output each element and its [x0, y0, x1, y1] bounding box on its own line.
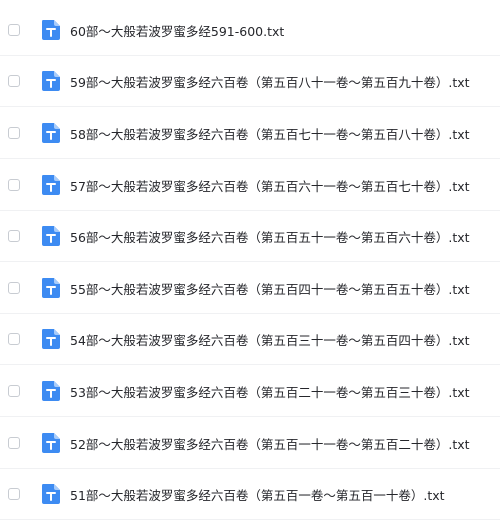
- txt-document-icon: [42, 20, 60, 40]
- file-row[interactable]: 53部～大般若波罗蜜多经六百卷（第五百二十一卷～第五百三十卷）.txt: [0, 366, 500, 417]
- txt-document-icon: [42, 175, 60, 195]
- file-name[interactable]: 57部～大般若波罗蜜多经六百卷（第五百六十一卷～第五百七十卷）.txt: [70, 176, 470, 195]
- row-checkbox[interactable]: [8, 333, 20, 345]
- txt-document-icon: [42, 484, 60, 504]
- file-row[interactable]: 52部～大般若波罗蜜多经六百卷（第五百一十一卷～第五百二十卷）.txt: [0, 418, 500, 469]
- file-row[interactable]: 51部～大般若波罗蜜多经六百卷（第五百一卷～第五百一十卷）.txt: [0, 469, 500, 520]
- txt-document-icon: [42, 278, 60, 298]
- file-list: 60部～大般若波罗蜜多经591-600.txt 59部～大般若波罗蜜多经六百卷（…: [0, 0, 500, 520]
- row-checkbox[interactable]: [8, 75, 20, 87]
- txt-document-icon: [42, 123, 60, 143]
- row-checkbox[interactable]: [8, 437, 20, 449]
- file-name[interactable]: 51部～大般若波罗蜜多经六百卷（第五百一卷～第五百一十卷）.txt: [70, 485, 445, 504]
- file-row[interactable]: 59部～大般若波罗蜜多经六百卷（第五百八十一卷～第五百九十卷）.txt: [0, 56, 500, 107]
- file-name[interactable]: 52部～大般若波罗蜜多经六百卷（第五百一十一卷～第五百二十卷）.txt: [70, 434, 470, 453]
- file-name[interactable]: 55部～大般若波罗蜜多经六百卷（第五百四十一卷～第五百五十卷）.txt: [70, 279, 470, 298]
- txt-document-icon: [42, 381, 60, 401]
- file-name[interactable]: 53部～大般若波罗蜜多经六百卷（第五百二十一卷～第五百三十卷）.txt: [70, 382, 470, 401]
- file-row[interactable]: 56部～大般若波罗蜜多经六百卷（第五百五十一卷～第五百六十卷）.txt: [0, 211, 500, 262]
- file-row[interactable]: 57部～大般若波罗蜜多经六百卷（第五百六十一卷～第五百七十卷）.txt: [0, 160, 500, 211]
- row-checkbox[interactable]: [8, 488, 20, 500]
- file-name[interactable]: 54部～大般若波罗蜜多经六百卷（第五百三十一卷～第五百四十卷）.txt: [70, 330, 470, 349]
- file-row[interactable]: 54部～大般若波罗蜜多经六百卷（第五百三十一卷～第五百四十卷）.txt: [0, 314, 500, 365]
- file-name[interactable]: 56部～大般若波罗蜜多经六百卷（第五百五十一卷～第五百六十卷）.txt: [70, 227, 470, 246]
- row-checkbox[interactable]: [8, 385, 20, 397]
- row-checkbox[interactable]: [8, 179, 20, 191]
- row-checkbox[interactable]: [8, 282, 20, 294]
- file-row[interactable]: 60部～大般若波罗蜜多经591-600.txt: [0, 5, 500, 56]
- row-checkbox[interactable]: [8, 127, 20, 139]
- txt-document-icon: [42, 329, 60, 349]
- txt-document-icon: [42, 226, 60, 246]
- row-checkbox[interactable]: [8, 24, 20, 36]
- file-row[interactable]: 55部～大般若波罗蜜多经六百卷（第五百四十一卷～第五百五十卷）.txt: [0, 263, 500, 314]
- file-row[interactable]: 58部～大般若波罗蜜多经六百卷（第五百七十一卷～第五百八十卷）.txt: [0, 108, 500, 159]
- txt-document-icon: [42, 433, 60, 453]
- file-name[interactable]: 60部～大般若波罗蜜多经591-600.txt: [70, 21, 284, 40]
- txt-document-icon: [42, 71, 60, 91]
- file-name[interactable]: 58部～大般若波罗蜜多经六百卷（第五百七十一卷～第五百八十卷）.txt: [70, 124, 470, 143]
- file-name[interactable]: 59部～大般若波罗蜜多经六百卷（第五百八十一卷～第五百九十卷）.txt: [70, 72, 470, 91]
- row-checkbox[interactable]: [8, 230, 20, 242]
